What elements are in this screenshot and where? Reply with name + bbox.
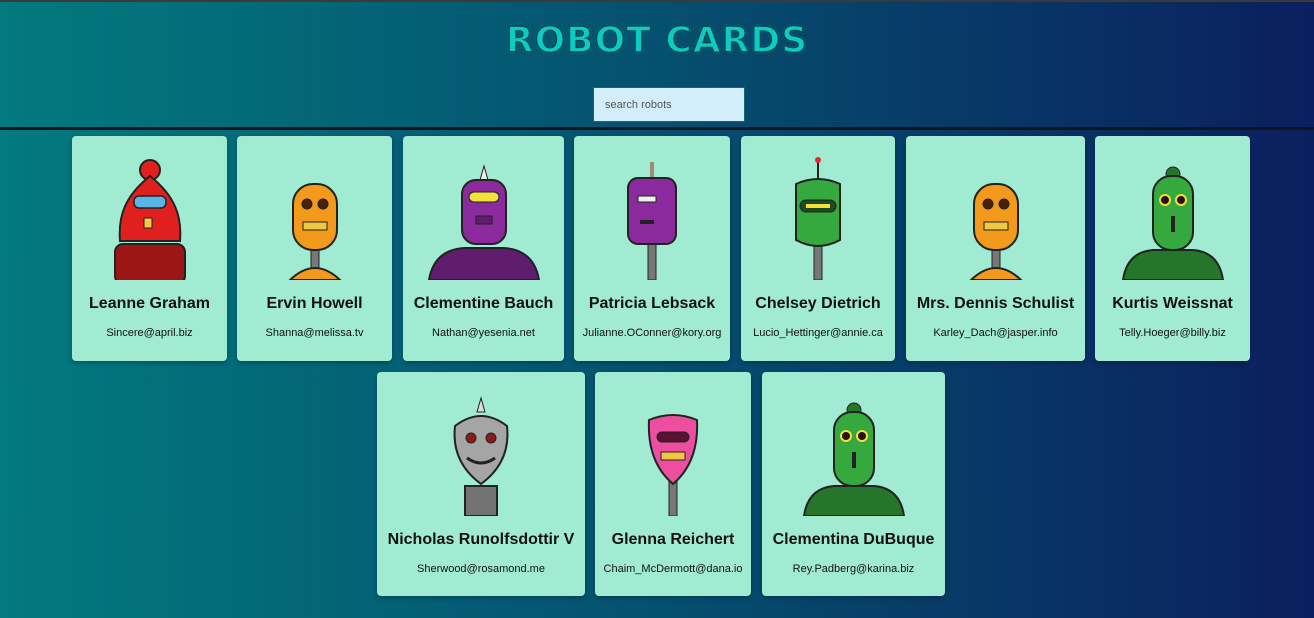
robot-avatar	[762, 392, 945, 516]
robot-name: Patricia Lebsack	[588, 295, 716, 312]
robot-avatar	[741, 156, 895, 280]
robot-card[interactable]: Mrs. Dennis Schulist Karley_Dach@jasper.i…	[906, 136, 1085, 361]
robot-avatar	[377, 392, 585, 516]
robot-email: Chaim_McDermott@dana.io	[603, 563, 743, 575]
search-input[interactable]	[593, 87, 745, 122]
robot-card[interactable]: Patricia Lebsack Julianne.OConner@kory.or…	[574, 136, 730, 361]
robot-email: Karley_Dach@jasper.info	[933, 327, 1058, 339]
robot-avatar	[906, 156, 1085, 280]
robot-card[interactable]: Clementine Bauch Nathan@yesenia.net	[403, 136, 564, 361]
robot-card[interactable]: Clementina DuBuque Rey.Padberg@karina.biz	[762, 372, 945, 596]
robot-email: Sincere@april.biz	[106, 327, 193, 339]
robot-avatar	[595, 392, 751, 516]
robot-name: Chelsey Dietrich	[755, 295, 881, 312]
window-top-border	[0, 0, 1314, 2]
robot-name: Ervin Howell	[266, 295, 363, 312]
robot-email: Julianne.OConner@kory.org	[582, 327, 722, 339]
robot-name: Kurtis Weissnat	[1112, 295, 1233, 312]
robot-card[interactable]: Ervin Howell Shanna@melissa.tv	[237, 136, 392, 361]
robot-name: Clementina DuBuque	[772, 531, 935, 548]
robot-name: Glenna Reichert	[611, 531, 735, 548]
robot-avatar	[403, 156, 564, 280]
header-divider	[0, 127, 1314, 130]
page-title: ROBOT CARDS	[505, 19, 809, 62]
robot-email: Lucio_Hettinger@annie.ca	[753, 327, 883, 339]
robot-email: Telly.Hoeger@billy.biz	[1119, 327, 1226, 339]
robot-card[interactable]: Glenna Reichert Chaim_McDermott@dana.io	[595, 372, 751, 596]
robot-card[interactable]: Kurtis Weissnat Telly.Hoeger@billy.biz	[1095, 136, 1250, 361]
robot-email: Nathan@yesenia.net	[432, 327, 535, 339]
robot-name: Mrs. Dennis Schulist	[916, 295, 1075, 312]
robot-card[interactable]: Nicholas Runolfsdottir V Sherwood@rosamon…	[377, 372, 585, 596]
robot-name: Nicholas Runolfsdottir V	[387, 531, 575, 548]
robot-email: Rey.Padberg@karina.biz	[792, 563, 915, 575]
robot-card[interactable]: Chelsey Dietrich Lucio_Hettinger@annie.ca	[741, 136, 895, 361]
robot-card[interactable]: Leanne Graham Sincere@april.biz	[72, 136, 227, 361]
robot-name: Leanne Graham	[89, 295, 210, 312]
robot-email: Shanna@melissa.tv	[265, 327, 364, 339]
robot-email: Sherwood@rosamond.me	[417, 563, 545, 575]
robot-name: Clementine Bauch	[413, 295, 554, 312]
robot-avatar	[72, 156, 227, 280]
robot-avatar	[574, 156, 730, 280]
robot-avatar	[237, 156, 392, 280]
robot-avatar	[1095, 156, 1250, 280]
